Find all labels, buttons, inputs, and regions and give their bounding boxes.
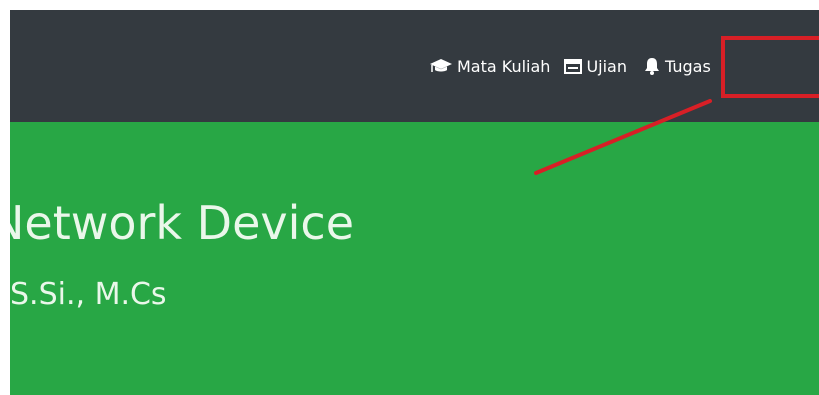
- nav-item-label: Tugas: [665, 56, 711, 76]
- bell-icon: [643, 56, 661, 76]
- nav-menu: Mata Kuliah Ujian Tugas: [429, 52, 711, 80]
- course-title: Network Device: [10, 196, 355, 250]
- lecturer-name: S.Si., M.Cs: [10, 277, 167, 312]
- nav-item-label: Mata Kuliah: [457, 56, 551, 76]
- nav-item-ujian[interactable]: Ujian: [564, 57, 627, 76]
- calendar-icon: [564, 58, 583, 74]
- top-navbar: Mata Kuliah Ujian Tugas: [10, 10, 819, 122]
- page-frame: Mata Kuliah Ujian Tugas Network Device S…: [10, 10, 819, 395]
- highlight-box: [721, 36, 819, 98]
- nav-item-tugas[interactable]: Tugas: [643, 56, 711, 76]
- nav-item-mata-kuliah[interactable]: Mata Kuliah: [429, 57, 550, 76]
- graduation-cap-icon: [429, 57, 453, 75]
- nav-item-label: Ujian: [586, 56, 627, 76]
